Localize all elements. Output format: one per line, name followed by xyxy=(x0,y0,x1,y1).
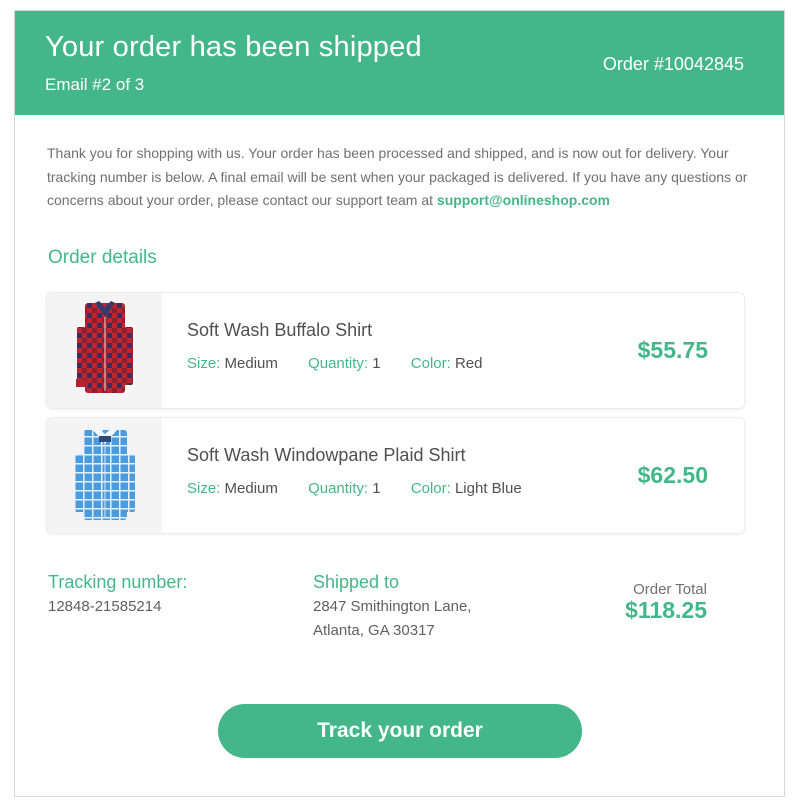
item-price: $62.50 xyxy=(637,462,708,488)
red-plaid-shirt-image xyxy=(47,293,162,408)
order-total-value: $118.25 xyxy=(625,597,707,623)
support-email-link[interactable]: support@onlineshop.com xyxy=(437,192,610,208)
quantity-value: 1 xyxy=(372,480,381,497)
email-sequence-label: Email #2 of 3 xyxy=(45,75,145,94)
shipping-address: 2847 Smithington Lane, Atlanta, GA 30317 xyxy=(313,595,471,643)
shipped-to-label: Shipped to xyxy=(313,572,400,592)
order-total-label: Order Total xyxy=(633,581,707,598)
tracking-number-value: 12848-21585214 xyxy=(48,598,162,615)
quantity-label: Quantity: xyxy=(308,355,369,372)
color-label: Color: xyxy=(410,480,451,497)
shirt-icon xyxy=(76,301,133,393)
shirt-icon xyxy=(75,427,135,520)
item-attributes: Size: Medium Quantity: 1 Color: Light Bl… xyxy=(187,480,548,497)
intro-text: Thank you for shopping with us. Your ord… xyxy=(47,145,748,208)
item-attributes: Size: Medium Quantity: 1 Color: Red xyxy=(187,355,509,372)
item-name: Soft Wash Windowpane Plaid Shirt xyxy=(187,445,466,465)
email-header: Your order has been shipped Email #2 of … xyxy=(15,11,784,115)
size-value: Medium xyxy=(224,480,278,497)
tracking-number-label: Tracking number: xyxy=(48,572,188,592)
size-label: Size: xyxy=(187,480,221,497)
order-number: Order #10042845 xyxy=(602,54,744,74)
item-price: $55.75 xyxy=(637,337,708,363)
order-item: Soft Wash Buffalo Shirt Size: Medium Qua… xyxy=(46,292,745,409)
size-label: Size: xyxy=(187,355,221,372)
quantity-value: 1 xyxy=(372,355,381,372)
track-order-button[interactable]: Track your order xyxy=(218,704,582,758)
email-title: Your order has been shipped xyxy=(45,31,422,63)
color-value: Red xyxy=(454,355,483,372)
item-name: Soft Wash Buffalo Shirt xyxy=(187,320,373,340)
color-value: Light Blue xyxy=(454,480,522,497)
intro-message: Thank you for shopping with us. Your ord… xyxy=(47,142,755,213)
email-card: Your order has been shipped Email #2 of … xyxy=(14,10,785,797)
order-details-heading: Order details xyxy=(48,247,157,268)
color-label: Color: xyxy=(410,355,451,372)
address-line-1: 2847 Smithington Lane, xyxy=(313,598,472,615)
blue-plaid-shirt-image xyxy=(47,418,162,533)
size-value: Medium xyxy=(224,355,278,372)
quantity-label: Quantity: xyxy=(308,480,369,497)
address-line-2: Atlanta, GA 30317 xyxy=(313,622,435,639)
order-item: Soft Wash Windowpane Plaid Shirt Size: M… xyxy=(46,417,745,534)
